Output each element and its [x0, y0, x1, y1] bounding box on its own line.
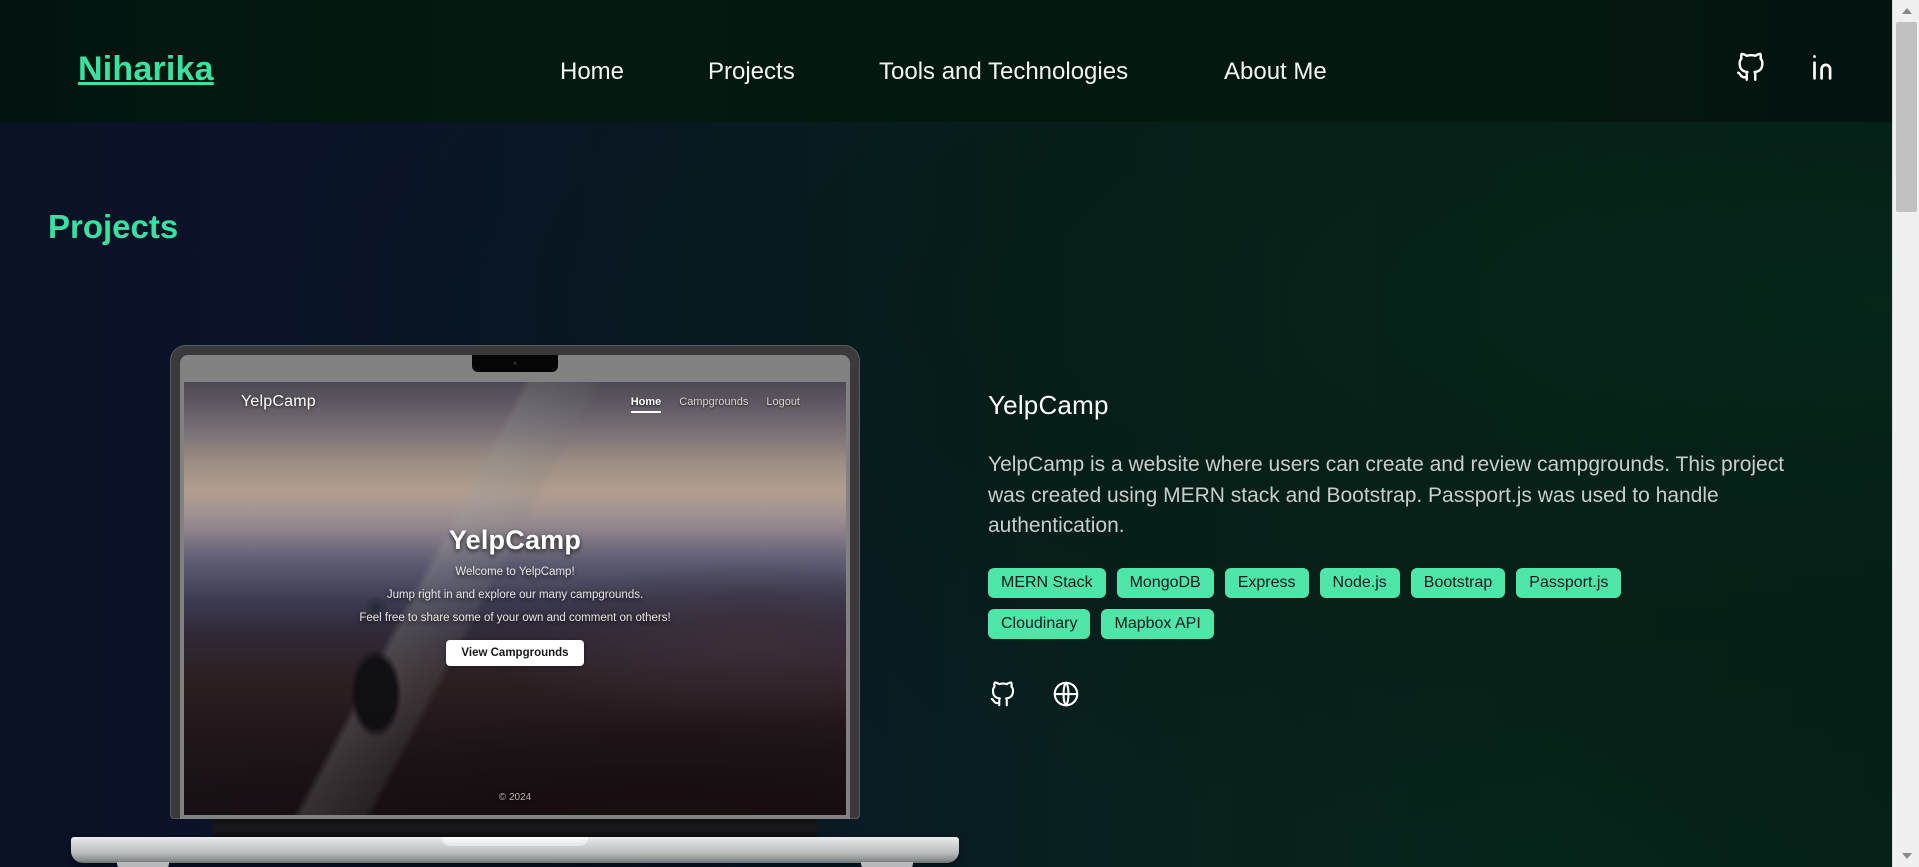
project-tag-list: MERN Stack MongoDB Express Node.js Boots…	[988, 567, 1728, 639]
preview-hero-line-1: Welcome to YelpCamp!	[455, 566, 575, 578]
preview-hero-line-3: Feel free to share some of your own and …	[359, 612, 671, 625]
laptop-lid: YelpCamp Home Campgrounds Logout YelpCam…	[170, 345, 860, 819]
preview-menu-home[interactable]: Home	[630, 396, 662, 413]
project-links	[988, 679, 1818, 709]
browser-scrollbar[interactable]	[1892, 0, 1919, 867]
project-tag: Passport.js	[1516, 567, 1622, 598]
laptop-bezel: YelpCamp Home Campgrounds Logout YelpCam…	[180, 355, 850, 819]
project-tag: Express	[1224, 567, 1309, 598]
nav-link-tools-and-technologies[interactable]: Tools and Technologies	[879, 58, 1128, 86]
project-tag: Mapbox API	[1101, 608, 1214, 639]
view-campgrounds-button[interactable]: View Campgrounds	[446, 640, 584, 667]
preview-hero: YelpCamp Welcome to YelpCamp! Jump right…	[184, 525, 846, 667]
top-navbar: Niharika Home Projects Tools and Technol…	[0, 0, 1892, 122]
webcam-dot	[513, 362, 517, 365]
github-icon[interactable]	[1734, 50, 1768, 84]
preview-navbar: YelpCamp Home Campgrounds Logout	[184, 382, 846, 424]
nav-link-home[interactable]: Home	[560, 58, 624, 86]
project-tag: MERN Stack	[988, 567, 1106, 598]
nav-link-projects[interactable]: Projects	[708, 58, 795, 86]
laptop-foot-left	[117, 862, 169, 867]
laptop-base	[71, 837, 959, 867]
preview-hero-title: YelpCamp	[448, 525, 582, 555]
nav-social-links	[1734, 50, 1840, 84]
page-root: Niharika Home Projects Tools and Technol…	[0, 0, 1892, 867]
project-description: YelpCamp is a website where users can cr…	[988, 453, 1785, 538]
preview-footer: © 2024	[498, 792, 532, 803]
page-title: Projects	[48, 208, 179, 245]
project-tag: MongoDB	[1116, 567, 1214, 598]
preview-hero-line-2: Jump right in and explore our many campg…	[386, 589, 644, 602]
linkedin-icon[interactable]	[1806, 50, 1840, 84]
preview-brand: YelpCamp	[241, 393, 316, 410]
laptop-foot-right	[861, 862, 913, 867]
globe-icon[interactable]	[1051, 679, 1081, 709]
project-tag: Cloudinary	[988, 608, 1091, 639]
project-preview-laptop: YelpCamp Home Campgrounds Logout YelpCam…	[71, 345, 959, 867]
preview-menu-campgrounds[interactable]: Campgrounds	[679, 396, 748, 408]
laptop-hinge	[213, 819, 817, 837]
scrollbar-thumb[interactable]	[1896, 22, 1917, 212]
nav-link-about-me[interactable]: About Me	[1224, 58, 1327, 86]
laptop-screen: YelpCamp Home Campgrounds Logout YelpCam…	[184, 382, 846, 815]
project-tag: Node.js	[1319, 567, 1400, 598]
project-details: YelpCamp YelpCamp is a website where use…	[988, 390, 1818, 709]
github-icon[interactable]	[988, 679, 1018, 709]
scroll-down-arrow-icon[interactable]	[1893, 845, 1919, 867]
preview-menu: Home Campgrounds Logout	[630, 396, 800, 413]
scroll-up-arrow-icon[interactable]	[1893, 0, 1919, 22]
brand-logo[interactable]: Niharika	[78, 50, 214, 89]
laptop-base-notch	[442, 837, 588, 846]
preview-site: YelpCamp Home Campgrounds Logout YelpCam…	[184, 382, 846, 815]
laptop-notch	[472, 355, 558, 372]
project-tag: Bootstrap	[1410, 567, 1506, 598]
preview-menu-logout[interactable]: Logout	[766, 396, 800, 408]
project-title: YelpCamp	[988, 390, 1109, 420]
